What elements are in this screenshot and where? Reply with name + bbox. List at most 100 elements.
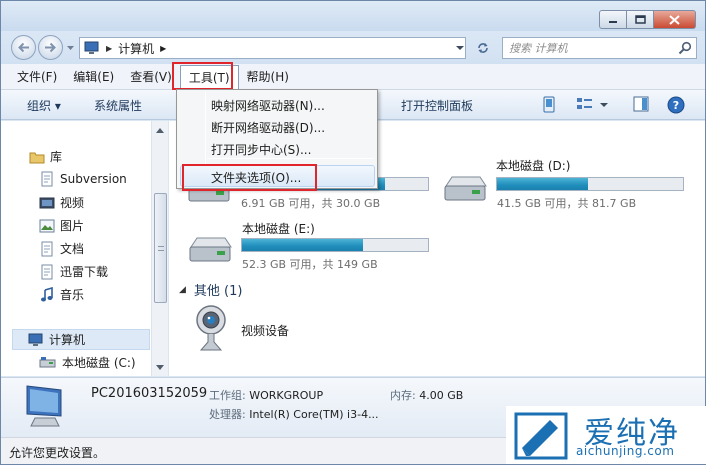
- memory-row: 内存: 4.00 GB: [390, 387, 463, 403]
- document-library-icon: [41, 241, 53, 256]
- picture-library-icon: [39, 219, 55, 232]
- document-library-icon: [41, 171, 53, 187]
- sidebar-item-videos[interactable]: 视频: [39, 194, 84, 211]
- sidebar-item-label: 计算机: [49, 333, 86, 347]
- sidebar-item-documents[interactable]: 文档: [39, 240, 84, 257]
- device-item-video[interactable]: 视频设备: [191, 304, 331, 356]
- chevron-up-icon: [156, 127, 164, 133]
- sidebar-item-label: 音乐: [60, 288, 85, 302]
- group-header-other[interactable]: ◢ 其他 (1): [179, 280, 242, 299]
- organize-button[interactable]: 组织 ▾: [27, 97, 61, 114]
- tools-menu-highlight-box: [172, 62, 233, 90]
- memory-value: 4.00 GB: [419, 389, 464, 402]
- recent-pages-dropdown-icon[interactable]: [67, 44, 74, 51]
- breadcrumb-computer[interactable]: 计算机: [118, 40, 154, 57]
- menu-item-open-sync-center[interactable]: 打开同步中心(S)...: [211, 141, 311, 158]
- breadcrumb-separator-icon[interactable]: ▶: [160, 44, 166, 53]
- sidebar-item-computer[interactable]: 计算机: [12, 329, 150, 350]
- view-options-dropdown-icon[interactable]: [600, 102, 608, 108]
- address-bar[interactable]: ▶ 计算机 ▶: [79, 37, 466, 59]
- drive-free-space: 52.3 GB 可用，共 149 GB: [242, 258, 378, 271]
- workgroup-row: 工作组: WORKGROUP: [209, 387, 323, 403]
- sidebar-item-thunder-downloads[interactable]: 迅雷下载: [39, 263, 108, 280]
- drive-name: 本地磁盘 (E:): [242, 222, 315, 236]
- search-icon[interactable]: [678, 41, 692, 55]
- svg-text:?: ?: [673, 99, 679, 112]
- change-view-icon[interactable]: [576, 96, 594, 112]
- video-library-icon: [39, 197, 55, 208]
- sidebar-item-label: 迅雷下载: [60, 265, 109, 279]
- sidebar-item-pictures[interactable]: 图片: [39, 217, 84, 234]
- scrollbar-thumb[interactable]: [154, 193, 167, 303]
- drive-free-space: 41.5 GB 可用，共 81.7 GB: [497, 197, 637, 210]
- drive-usage-bar: [496, 177, 684, 191]
- drive-free-space: 6.91 GB 可用，共 30.0 GB: [241, 197, 381, 210]
- menu-edit[interactable]: 编辑(E): [65, 65, 122, 89]
- device-icon[interactable]: [542, 96, 556, 114]
- hard-drive-icon: [189, 237, 232, 262]
- close-icon: [669, 14, 680, 25]
- sidebar-item-label: 图片: [60, 219, 85, 233]
- help-icon[interactable]: ?: [667, 96, 685, 114]
- navigation-scrollbar[interactable]: [151, 121, 168, 376]
- drive-usage-fill: [242, 239, 363, 251]
- computer-icon: [26, 385, 62, 427]
- sidebar-item-library[interactable]: 库: [29, 148, 62, 165]
- chevron-down-icon: [156, 364, 164, 370]
- refresh-button[interactable]: [472, 37, 494, 59]
- group-header-label: 其他 (1): [193, 284, 243, 299]
- maximize-button[interactable]: [627, 10, 654, 29]
- workgroup-value: WORKGROUP: [249, 389, 324, 402]
- search-input[interactable]: [509, 40, 669, 56]
- computer-icon: [28, 333, 43, 346]
- sidebar-item-label: Subversion: [60, 172, 127, 186]
- menu-bar: 文件(F) 编辑(E) 查看(V) 工具(T) 帮助(H): [1, 64, 705, 90]
- music-library-icon: [41, 286, 53, 301]
- navigation-pane: 库 Subversion 视频 图片 文档 迅雷下载 音乐 计算机 本地磁盘 (…: [1, 121, 168, 376]
- drive-item-e[interactable]: 本地磁盘 (E:) 52.3 GB 可用，共 149 GB: [187, 220, 449, 274]
- menu-file[interactable]: 文件(F): [11, 65, 65, 89]
- collapse-triangle-icon[interactable]: ◢: [179, 285, 186, 295]
- drive-name: 本地磁盘 (D:): [496, 159, 571, 173]
- drive-item-d[interactable]: 本地磁盘 (D:) 41.5 GB 可用，共 81.7 GB: [442, 157, 705, 211]
- sidebar-item-label: 本地磁盘 (C:): [62, 356, 136, 370]
- folder-options-highlight-box: [182, 164, 317, 191]
- processor-value: Intel(R) Core(TM) i3-4...: [249, 408, 379, 421]
- scroll-up-button[interactable]: [152, 122, 168, 138]
- open-control-panel-button[interactable]: 打开控制面板: [401, 97, 473, 114]
- address-row: ▶ 计算机 ▶: [1, 31, 705, 64]
- menu-separator: [207, 158, 374, 159]
- breadcrumb-separator-icon[interactable]: ▶: [106, 44, 112, 53]
- menu-help[interactable]: 帮助(H): [239, 65, 297, 89]
- back-button[interactable]: [11, 35, 36, 60]
- address-history-dropdown[interactable]: [450, 37, 470, 59]
- minimize-button[interactable]: [599, 10, 627, 29]
- sidebar-item-drive-c[interactable]: 本地磁盘 (C:): [39, 354, 136, 371]
- library-icon: [29, 152, 45, 163]
- device-label: 视频设备: [241, 324, 290, 338]
- scroll-down-button[interactable]: [152, 359, 168, 375]
- download-library-icon: [41, 264, 53, 279]
- sidebar-item-music[interactable]: 音乐: [39, 286, 84, 303]
- processor-row: 处理器: Intel(R) Core(TM) i3-4...: [209, 406, 379, 422]
- maximize-icon: [634, 15, 646, 24]
- caption-buttons: [599, 10, 696, 29]
- minimize-icon: [609, 20, 617, 23]
- drive-icon: [39, 356, 56, 367]
- drive-usage-bar: [241, 238, 429, 252]
- search-box[interactable]: [502, 37, 697, 59]
- hard-drive-icon: [444, 176, 487, 201]
- sidebar-item-subversion[interactable]: Subversion: [39, 171, 127, 187]
- preview-pane-icon[interactable]: [633, 96, 649, 112]
- forward-button[interactable]: [38, 35, 63, 60]
- sidebar-item-label: 文档: [60, 242, 85, 256]
- system-properties-button[interactable]: 系统属性: [94, 97, 142, 114]
- title-bar: [1, 1, 705, 31]
- scrollbar-grip-icon: [158, 246, 164, 251]
- refresh-icon: [478, 43, 488, 53]
- menu-item-map-network-drive[interactable]: 映射网络驱动器(N)...: [211, 97, 325, 114]
- close-button[interactable]: [654, 10, 696, 29]
- forward-arrow-icon: [45, 42, 56, 53]
- site-watermark: 爱纯净 aichunjing.com: [506, 406, 706, 464]
- menu-item-disconnect-network-drive[interactable]: 断开网络驱动器(D)...: [211, 119, 325, 136]
